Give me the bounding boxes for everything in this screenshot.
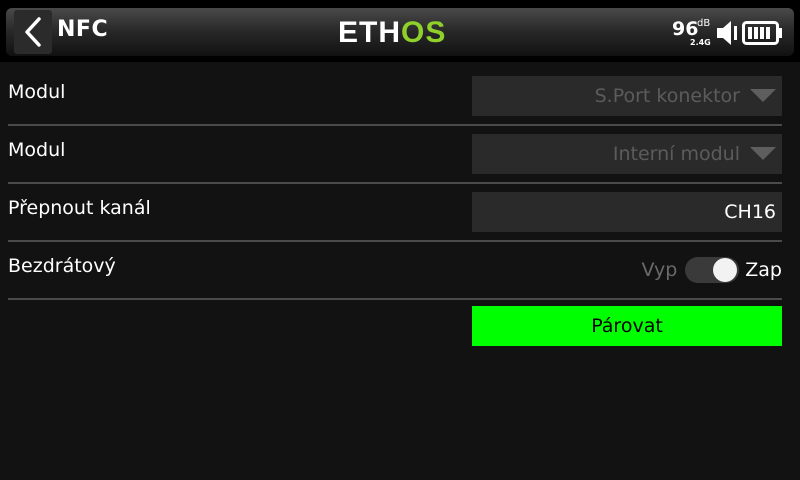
back-button[interactable] [14, 10, 52, 54]
module-port-select[interactable]: S.Port konektor [472, 76, 782, 116]
switch-channel-label: Přepnout kanál [8, 197, 151, 219]
wireless-toggle[interactable] [685, 257, 740, 283]
band-label: 2.4G [690, 38, 711, 47]
switch-channel-field[interactable]: CH16 [472, 192, 782, 232]
module-type-select[interactable]: Interní modul [472, 134, 782, 174]
module-port-value: S.Port konektor [594, 85, 740, 107]
module-port-row: Modul S.Port konektor [8, 68, 782, 126]
chevron-down-icon [750, 147, 776, 160]
rssi-unit: dB [697, 18, 711, 29]
wireless-toggle-group: Vyp Zap [641, 250, 782, 290]
module-type-row: Modul Interní modul [8, 126, 782, 184]
page-title: NFC [57, 17, 109, 42]
bind-button[interactable]: Párovat [472, 306, 782, 346]
switch-channel-value: CH16 [724, 201, 776, 223]
toggle-off-label: Vyp [641, 259, 678, 281]
rssi-value: 96 [672, 18, 699, 40]
chevron-down-icon [750, 89, 776, 102]
speaker-icon [717, 21, 737, 45]
switch-channel-row: Přepnout kanál CH16 [8, 184, 782, 242]
wireless-label: Bezdrátový [8, 255, 116, 277]
module-type-label: Modul [8, 139, 66, 161]
toggle-knob [713, 258, 738, 282]
battery-icon [742, 21, 782, 45]
toggle-on-label: Zap [745, 259, 782, 281]
chevron-left-icon [25, 17, 41, 47]
wireless-row: Bezdrátový Vyp Zap [8, 242, 782, 300]
ethos-logo: ETHOS [338, 18, 446, 48]
module-port-label: Modul [8, 81, 66, 103]
logo-text-green: OS [401, 16, 447, 49]
logo-text-white: ETH [338, 16, 401, 49]
module-type-value: Interní modul [612, 143, 740, 165]
